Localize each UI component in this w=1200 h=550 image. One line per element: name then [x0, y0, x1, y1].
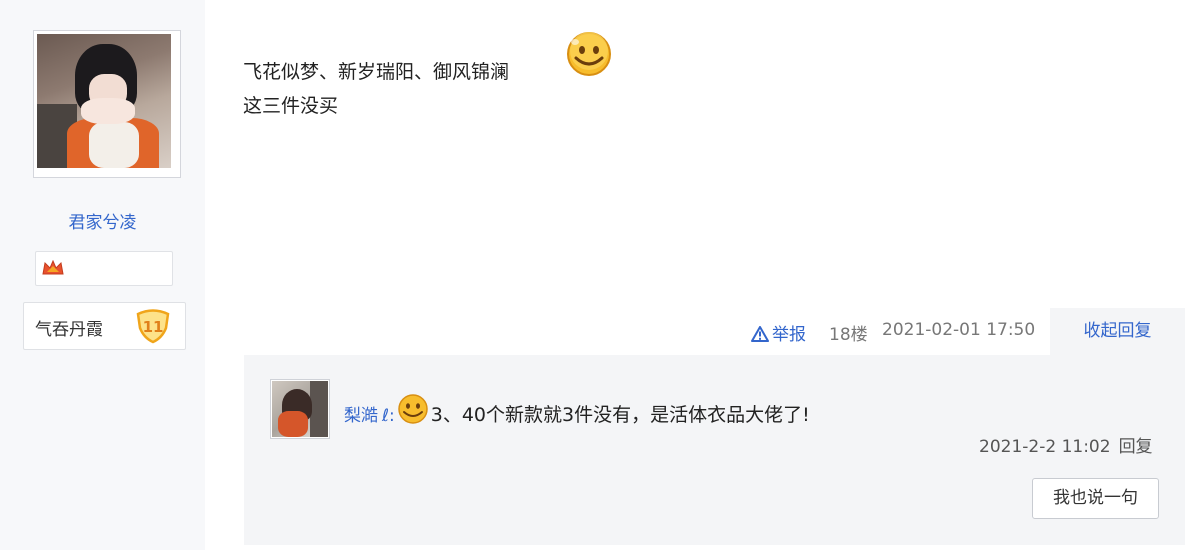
member-badge-box: [35, 251, 173, 286]
post-line-1: 飞花似梦、新岁瑞阳、御风锦澜: [243, 61, 510, 83]
username-link[interactable]: 君家兮凌: [0, 208, 205, 233]
level-number: 11: [143, 318, 164, 336]
floor-number: 18楼: [829, 325, 868, 345]
rank-box: 气吞丹霞 11: [23, 302, 186, 350]
smiley-emoticon-icon: [567, 32, 611, 76]
collapse-reply-button[interactable]: 收起回复: [1050, 308, 1185, 355]
post-content: 飞花似梦、新岁瑞阳、御风锦澜 这三件没买: [243, 55, 509, 123]
report-label: 举报: [772, 325, 806, 345]
warning-icon: [751, 326, 769, 342]
reply-avatar-image: [272, 381, 328, 437]
rank-title: 气吞丹霞: [35, 320, 103, 340]
reply-panel: 梨澔 ℓ: 3、40个新款就3件没有，是活体衣品大佬了! 2021-2-2 11:…: [244, 355, 1185, 545]
post-timestamp: 2021-02-01 17:50: [882, 320, 1036, 340]
reply-timestamp: 2021-2-2 11:02: [979, 437, 1111, 457]
reply-item: 梨澔 ℓ: 3、40个新款就3件没有，是活体衣品大佬了!: [344, 393, 810, 427]
reply-author-suffix: ℓ:: [382, 406, 395, 426]
user-sidebar: 君家兮凌 气吞丹霞 11: [0, 0, 205, 550]
reply-text: 3、40个新款就3件没有，是活体衣品大佬了!: [430, 404, 810, 426]
crown-icon[interactable]: [42, 260, 64, 276]
reply-meta: 2021-2-2 11:02 回复: [979, 432, 1153, 457]
smiley-emoticon-icon: [398, 394, 428, 424]
user-avatar[interactable]: [33, 30, 181, 178]
reply-avatar[interactable]: [270, 379, 330, 439]
add-comment-button[interactable]: 我也说一句: [1032, 478, 1159, 519]
reply-button[interactable]: 回复: [1119, 437, 1153, 457]
post-line-2: 这三件没买: [243, 95, 339, 117]
reply-author-link[interactable]: 梨澔: [344, 406, 378, 426]
report-link[interactable]: 举报: [751, 320, 806, 346]
avatar-image: [37, 34, 171, 168]
level-shield-icon: 11: [136, 309, 170, 344]
